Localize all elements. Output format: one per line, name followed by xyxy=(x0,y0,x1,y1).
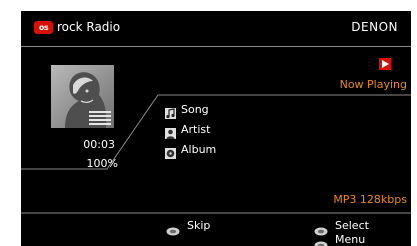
play-icon xyxy=(379,58,391,70)
menu-label: Menu xyxy=(335,233,366,246)
remote-button-icon xyxy=(314,221,328,236)
bitrate-info: MP3 128kbps xyxy=(333,193,407,206)
album-disc-icon xyxy=(165,144,176,159)
brand-logo: DENON xyxy=(351,20,398,34)
now-playing-status: Now Playing xyxy=(339,78,407,91)
song-label: Song xyxy=(181,103,209,116)
skip-label: Skip xyxy=(187,219,211,232)
select-label: Select xyxy=(335,219,369,232)
album-art-icon xyxy=(51,65,114,128)
header-bar: os rock Radio DENON xyxy=(21,11,411,47)
artist-icon xyxy=(165,124,176,139)
music-note-icon xyxy=(165,104,176,119)
remote-button-icon xyxy=(166,221,180,236)
album-label: Album xyxy=(181,143,217,156)
elapsed-time: 00:03 xyxy=(83,138,115,151)
station-title: rock Radio xyxy=(57,20,121,34)
lastfm-logo-icon: os xyxy=(34,21,53,34)
remote-button-icon xyxy=(314,235,328,246)
header-divider xyxy=(21,46,411,47)
artist-label: Artist xyxy=(181,123,211,136)
buffer-percentage: 100% xyxy=(86,157,118,170)
player-screen: os rock Radio DENON 00:03 100% Now Playi… xyxy=(21,11,411,246)
